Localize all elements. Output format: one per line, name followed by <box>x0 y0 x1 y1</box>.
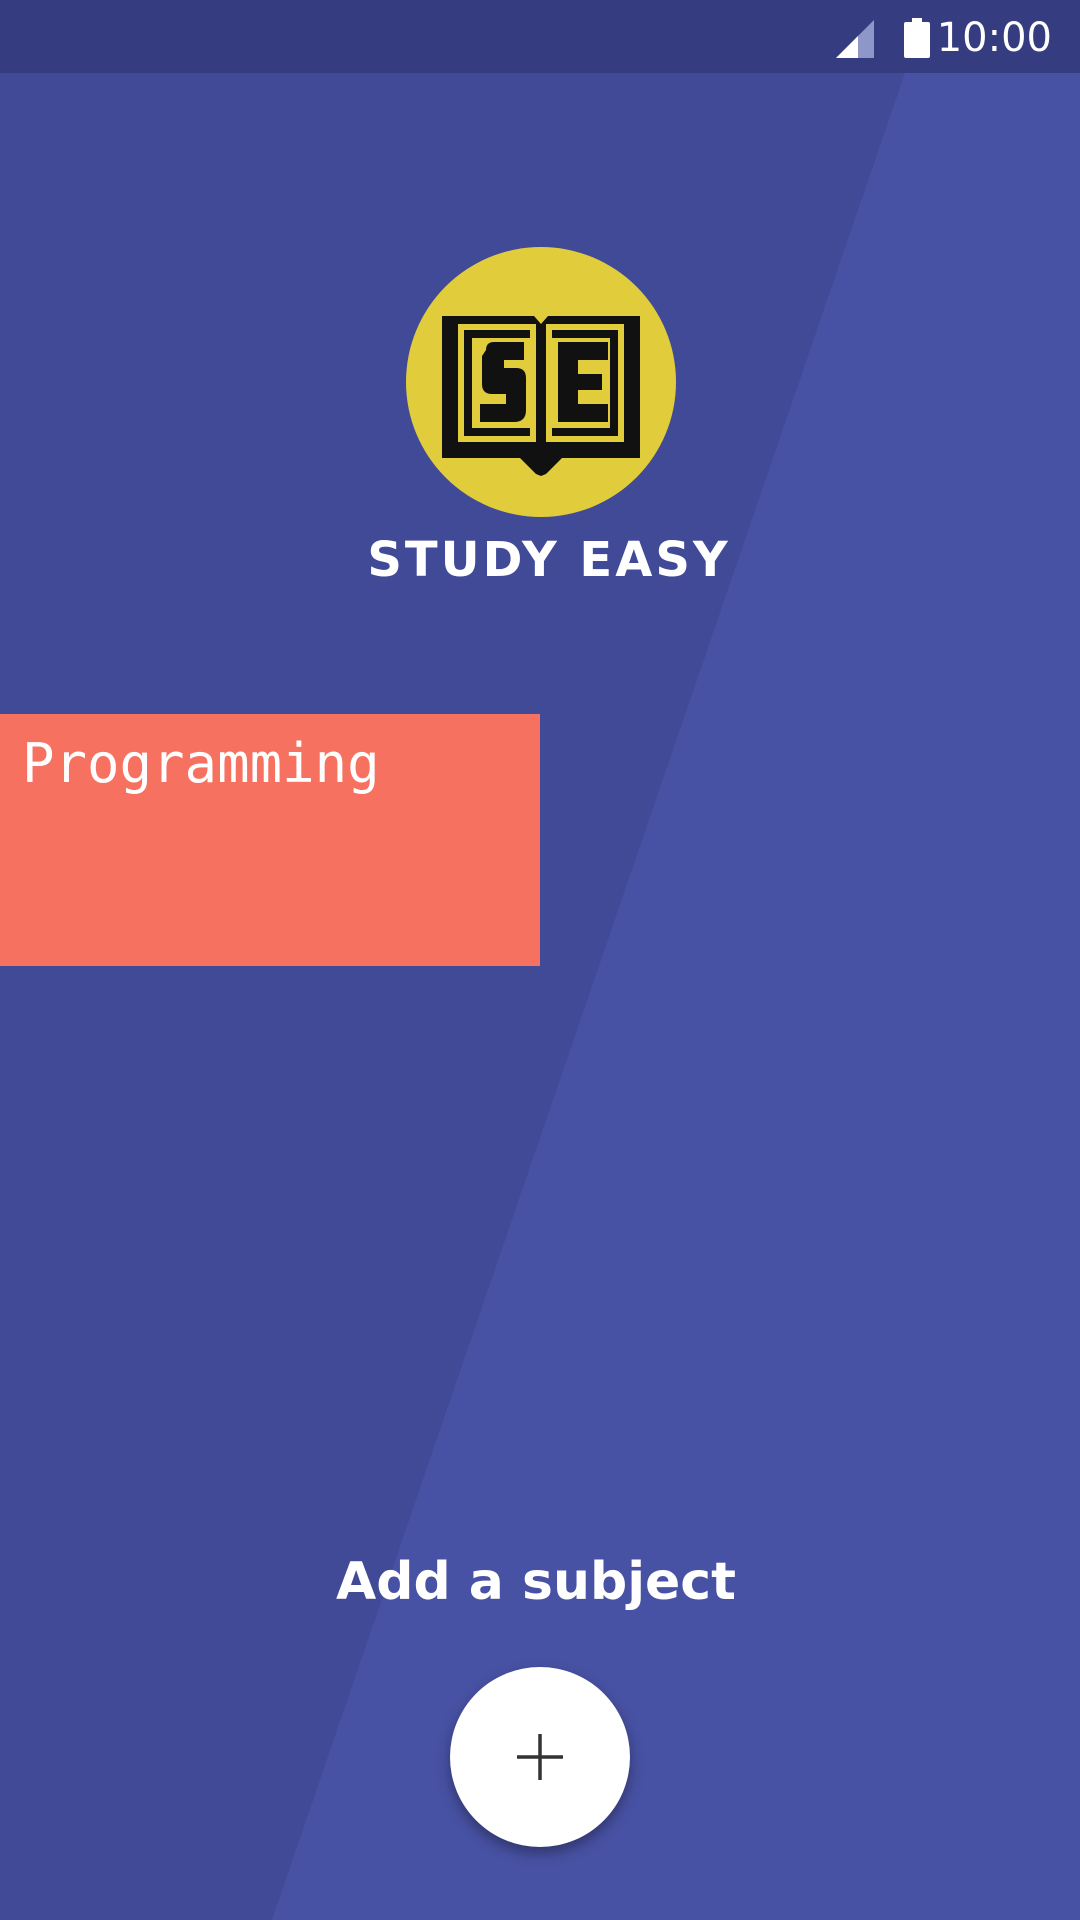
signal-icon <box>836 20 874 58</box>
add-subject-label: Add a subject <box>336 1552 736 1612</box>
subject-card-label: Programming <box>22 732 380 795</box>
status-bar: 10:00 <box>0 0 1080 73</box>
plus-icon <box>517 1734 563 1780</box>
status-time: 10:00 <box>936 15 1052 61</box>
subject-card-programming[interactable]: Programming <box>0 714 540 966</box>
app-title: STUDY EASY <box>367 532 731 588</box>
battery-icon <box>904 18 930 58</box>
open-book-logo-icon <box>442 316 640 476</box>
add-subject-button[interactable] <box>450 1667 630 1847</box>
